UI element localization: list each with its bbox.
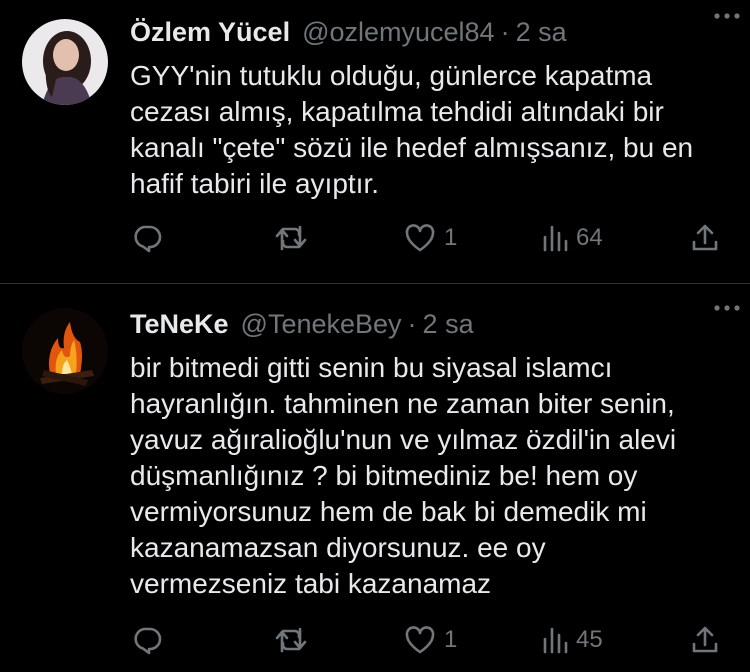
heart-icon (405, 626, 435, 654)
tweet-text-line: düşmanlığınız ? bi bitmediniz be! hem oy (130, 460, 638, 491)
separator: · (407, 309, 417, 339)
tweet-text-line: kazanamazsan diyorsunuz. ee oy (130, 532, 546, 563)
tweet-content: Özlem Yücel @ozlemyucel84 · 2 sa GYY'nin… (130, 14, 730, 202)
author-name[interactable]: TeNeKe (130, 306, 229, 342)
reply-button[interactable] (132, 625, 162, 655)
tweet[interactable]: Özlem Yücel @ozlemyucel84 · 2 sa GYY'nin… (0, 0, 750, 284)
heart-icon (405, 224, 435, 252)
timestamp[interactable]: 2 sa (423, 306, 474, 342)
views-button[interactable]: 64 (542, 223, 603, 253)
share-button[interactable] (690, 223, 720, 253)
avatar[interactable] (22, 308, 108, 394)
separator: · (500, 17, 510, 47)
tweet[interactable]: TeNeKe @TenekeBey · 2 sa bir bitmedi git… (0, 284, 750, 672)
view-count: 45 (576, 626, 603, 653)
tweet-header: TeNeKe @TenekeBey · 2 sa (130, 306, 730, 342)
views-icon (543, 627, 568, 654)
share-icon (692, 626, 718, 653)
share-icon (692, 224, 718, 251)
like-button[interactable]: 1 (404, 223, 457, 253)
like-count: 1 (444, 626, 458, 653)
retweet-button[interactable] (274, 223, 308, 253)
tweet-text-line: bir bitmedi gitti senin bu siyasal islam… (130, 352, 613, 383)
author-handle[interactable]: @ozlemyucel84 (302, 14, 495, 50)
reply-button[interactable] (132, 223, 162, 253)
author-handle[interactable]: @TenekeBey (241, 306, 402, 342)
tweet-content: TeNeKe @TenekeBey · 2 sa bir bitmedi git… (130, 306, 730, 602)
avatar[interactable] (22, 19, 108, 105)
tweet-text: bir bitmedi gitti senin bu siyasal islam… (130, 350, 730, 602)
action-bar: 1 45 (132, 620, 720, 660)
reply-icon (134, 627, 162, 655)
timestamp[interactable]: 2 sa (516, 14, 567, 50)
like-count: 1 (444, 224, 458, 251)
tweet-text: GYY'nin tutuklu olduğu, günlerce kapatma… (130, 58, 730, 202)
tweet-text-line: vermezseniz tabi kazanamaz (130, 568, 492, 599)
more-icon[interactable] (712, 4, 742, 28)
tweet-text-line: hayranlığın. tahminen ne zaman biter sen… (130, 388, 675, 419)
tweet-text-line: hafif tabiri ile ayıptır. (130, 168, 380, 199)
tweet-text-line: vermiyorsunuz hem de bak bi demedik mi (130, 496, 647, 527)
author-name[interactable]: Özlem Yücel (130, 14, 290, 50)
tweet-text-line: kanalı "çete" sözü ile hedef almışsanız,… (130, 132, 694, 163)
share-button[interactable] (690, 625, 720, 655)
more-icon[interactable] (712, 296, 742, 320)
tweet-text-line: yavuz ağıralioğlu'nun ve yılmaz özdil'in… (130, 424, 677, 455)
tweet-text-line: cezası almış, kapatılma tehdidi altındak… (130, 96, 664, 127)
retweet-button[interactable] (274, 625, 308, 655)
view-count: 64 (576, 224, 603, 251)
reply-icon (134, 225, 162, 253)
views-button[interactable]: 45 (542, 625, 603, 655)
tweet-header: Özlem Yücel @ozlemyucel84 · 2 sa (130, 14, 730, 50)
retweet-icon (275, 627, 307, 653)
tweet-text-line: GYY'nin tutuklu olduğu, günlerce kapatma (130, 60, 653, 91)
action-bar: 1 64 (132, 218, 720, 258)
like-button[interactable]: 1 (404, 625, 457, 655)
retweet-icon (275, 225, 307, 251)
views-icon (543, 225, 568, 252)
